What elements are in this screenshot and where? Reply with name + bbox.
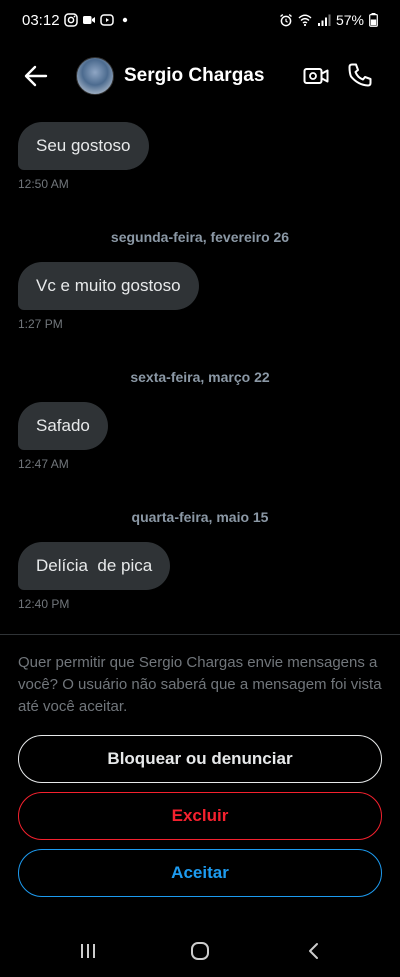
- contact-name[interactable]: Sergio Chargas: [124, 65, 264, 87]
- status-bar: 03:12 57%: [0, 0, 400, 44]
- home-icon[interactable]: [190, 941, 210, 961]
- battery-icon: [369, 13, 378, 27]
- message-timestamp: 1:27 PM: [18, 317, 63, 331]
- system-navigation-bar: [0, 925, 400, 977]
- video-call-icon[interactable]: [302, 62, 330, 90]
- date-separator: segunda-feira, fevereiro 26: [110, 229, 290, 245]
- status-icons-right: 57%: [279, 12, 378, 28]
- message-bubble[interactable]: Seu gostoso: [18, 122, 149, 170]
- media-icon: [100, 14, 114, 26]
- status-time: 03:12: [22, 12, 60, 29]
- dot-icon: [122, 17, 128, 23]
- block-report-button[interactable]: Bloquear ou denunciar: [18, 735, 382, 783]
- alarm-icon: [280, 14, 292, 27]
- signal-icon: [317, 14, 331, 26]
- message-timestamp: 12:50 AM: [18, 177, 69, 191]
- accept-button[interactable]: Aceitar: [18, 849, 382, 897]
- phone-call-icon[interactable]: [346, 61, 374, 89]
- message-timestamp: 12:40 PM: [18, 597, 70, 611]
- message-bubble[interactable]: Vc e muito gostoso: [18, 262, 199, 310]
- recent-apps-icon[interactable]: [78, 941, 98, 961]
- wifi-icon: [298, 14, 312, 27]
- status-icons-left: [64, 13, 132, 27]
- message-request-prompt: Quer permitir que Sergio Chargas envie m…: [18, 654, 382, 715]
- delete-button[interactable]: Excluir: [18, 792, 382, 840]
- message-timestamp: 12:47 AM: [18, 457, 69, 471]
- battery-percent: 57%: [335, 12, 364, 28]
- back-arrow-icon[interactable]: [22, 62, 50, 90]
- conversation-header: Sergio Chargas: [0, 44, 400, 108]
- divider: [0, 634, 400, 635]
- video-camera-icon: [83, 16, 95, 24]
- date-separator: quarta-feira, maio 15: [131, 509, 269, 525]
- date-separator: sexta-feira, março 22: [130, 369, 270, 385]
- instagram-icon: [64, 13, 78, 27]
- avatar[interactable]: [76, 57, 114, 95]
- message-bubble[interactable]: Safado: [18, 402, 108, 450]
- nav-back-icon[interactable]: [304, 941, 324, 961]
- message-bubble[interactable]: Delícia de pica: [18, 542, 171, 590]
